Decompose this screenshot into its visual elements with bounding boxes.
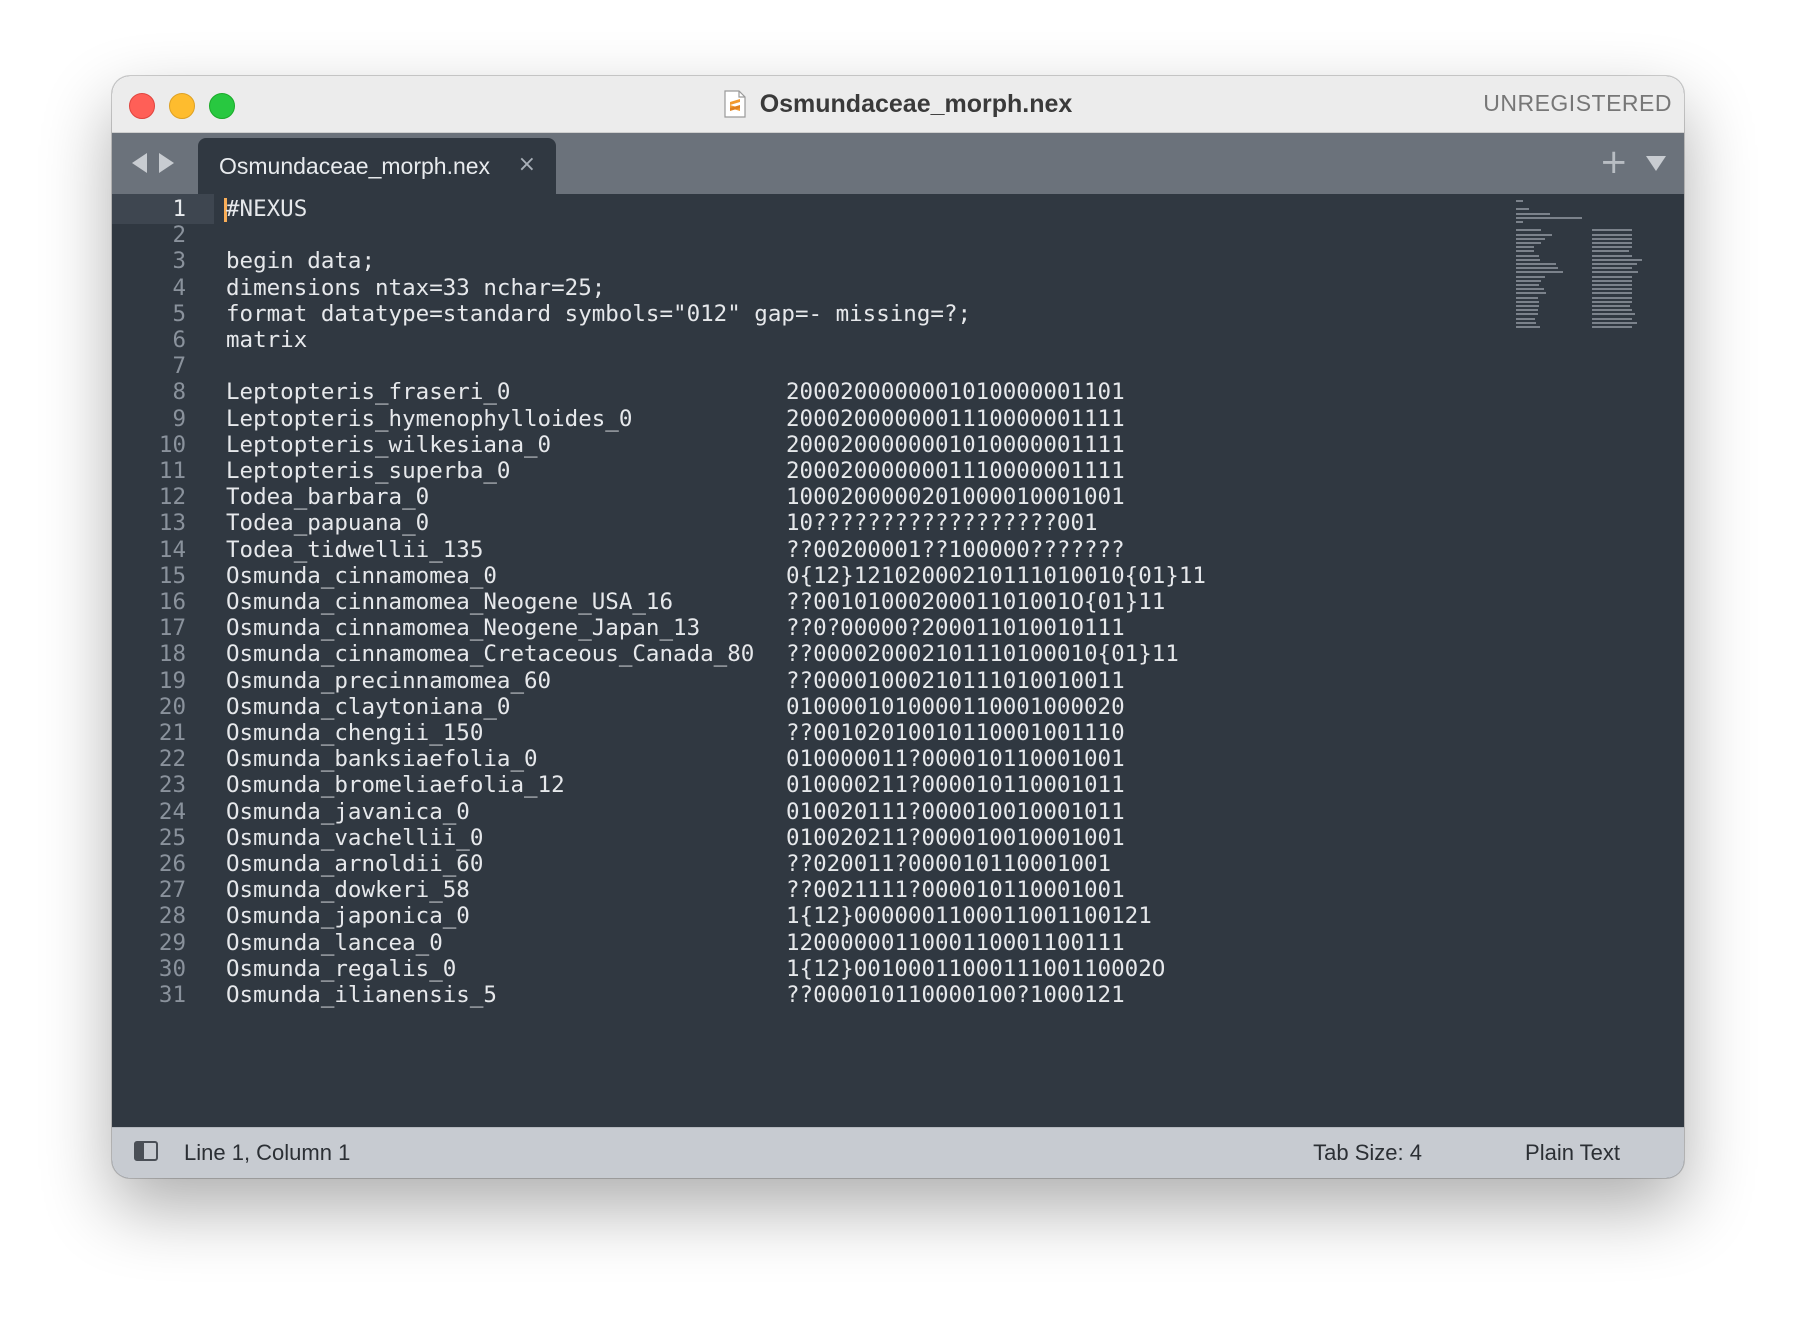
editor-window: Osmundaceae_morph.nex UNREGISTERED Osmun…	[112, 76, 1684, 1178]
toggle-sidebar-icon[interactable]	[134, 1141, 158, 1161]
status-bar: Line 1, Column 1 Tab Size: 4 Plain Text	[112, 1127, 1684, 1178]
minimap-line	[1592, 321, 1637, 324]
line-number: 31	[158, 982, 186, 1008]
minimap-line	[1592, 279, 1632, 282]
code-line: matrix	[226, 327, 308, 353]
minimap-line	[1516, 250, 1534, 253]
character-states: ??000010110000100?1000121	[786, 982, 1125, 1008]
minimap-line	[1516, 212, 1550, 215]
minimap-line	[1592, 271, 1639, 274]
minimap-line	[1592, 233, 1632, 236]
minimap-line	[1516, 237, 1545, 240]
minimap-line	[1516, 233, 1552, 236]
code-line: format datatype=standard symbols="012" g…	[226, 300, 972, 327]
text-editor[interactable]: 1 2 3 4 5 6 7 8 9 10 11 12 13 14 15 16 17 18 19 20 21 22 23 24 2…	[112, 194, 1684, 1127]
minimap-line	[1592, 246, 1632, 249]
minimap-line	[1592, 326, 1632, 328]
tab-nav-arrows	[132, 153, 174, 173]
new-tab-plus-icon[interactable]: +	[1600, 142, 1629, 182]
minimap-line	[1592, 300, 1632, 303]
minimap-line	[1516, 221, 1524, 223]
tab-list-dropdown-icon[interactable]	[1646, 156, 1666, 171]
minimap-line	[1592, 263, 1637, 265]
minimap-line	[1516, 208, 1530, 211]
tab-osmundaceae-morph[interactable]: Osmundaceae_morph.nex ×	[198, 138, 556, 194]
tab-close-icon[interactable]: ×	[518, 152, 536, 177]
minimap-line	[1592, 309, 1632, 312]
minimap-line	[1516, 279, 1542, 282]
minimap-line	[1592, 284, 1632, 286]
minimap-line	[1516, 229, 1542, 232]
unregistered-label: UNREGISTERED	[1483, 90, 1672, 116]
minimap-line	[1592, 258, 1642, 261]
minimap-line	[1516, 242, 1542, 244]
minimap-line	[1592, 267, 1632, 270]
minimap-line	[1516, 321, 1537, 324]
minimap-line	[1516, 275, 1545, 278]
minimap-line	[1516, 258, 1540, 261]
minimap-line	[1516, 200, 1524, 202]
minimap-line	[1592, 305, 1631, 307]
minimap-line	[1516, 326, 1540, 328]
minimap-line	[1592, 288, 1632, 291]
next-tab-icon[interactable]	[159, 153, 174, 173]
minimap-line	[1516, 317, 1536, 320]
line-number-gutter: 1 2 3 4 5 6 7 8 9 10 11 12 13 14 15 16 17 18 19 20 21 22 23 24 2…	[112, 194, 214, 1127]
minimap-line	[1516, 216, 1582, 219]
code-area[interactable]: #NEXUS begin data; dimensions ntax=33 ncha…	[226, 194, 1504, 1127]
window-title: Osmundaceae_morph.nex	[759, 89, 1073, 118]
minimap-line	[1516, 246, 1534, 249]
taxon-name: Osmunda_ilianensis_5	[226, 982, 497, 1008]
minimap-line	[1516, 267, 1558, 270]
minimap-line	[1592, 317, 1632, 320]
minimap-line	[1592, 250, 1629, 253]
minimap-line	[1516, 254, 1539, 257]
tab-size-status[interactable]: Tab Size: 4	[1313, 1140, 1422, 1166]
minimap-line	[1592, 229, 1632, 232]
minimap-line	[1516, 309, 1538, 312]
minimap[interactable]	[1516, 198, 1648, 368]
minimap-line	[1516, 292, 1546, 295]
sublime-file-icon	[724, 90, 746, 118]
cursor-position-status[interactable]: Line 1, Column 1	[184, 1140, 350, 1166]
minimap-line	[1592, 292, 1632, 295]
minimap-line	[1516, 271, 1563, 274]
syntax-status[interactable]: Plain Text	[1525, 1140, 1620, 1166]
minimap-line	[1516, 296, 1538, 299]
minimap-line	[1516, 313, 1538, 316]
minimap-line	[1516, 305, 1539, 307]
minimap-line	[1516, 284, 1539, 286]
minimap-line	[1516, 288, 1544, 291]
code-line: #NEXUS	[226, 196, 308, 222]
matrix-row: Osmunda_ilianensis_5 ??000010110000100?10…	[226, 980, 1226, 1010]
minimap-line	[1516, 300, 1539, 303]
minimap-line	[1592, 275, 1632, 278]
previous-tab-icon[interactable]	[132, 153, 147, 173]
minimap-line	[1592, 296, 1632, 299]
minimap-line	[1516, 263, 1556, 265]
minimap-line	[1592, 254, 1632, 257]
minimap-line	[1592, 313, 1636, 316]
title-bar: Osmundaceae_morph.nex UNREGISTERED	[112, 76, 1684, 133]
tab-label: Osmundaceae_morph.nex	[219, 153, 491, 179]
minimap-line	[1592, 237, 1632, 240]
tab-bar: Osmundaceae_morph.nex × +	[112, 133, 1684, 194]
minimap-line	[1592, 242, 1632, 244]
window-title-group: Osmundaceae_morph.nex	[112, 76, 1684, 132]
